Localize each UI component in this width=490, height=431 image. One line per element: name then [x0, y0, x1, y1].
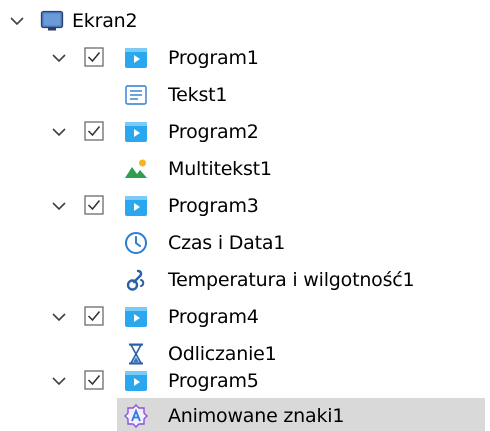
tree-item-ekran2[interactable]: Ekran2 [0, 3, 490, 39]
clock-icon [125, 232, 147, 254]
tree-item-temperatura-i-wilgotnosc1[interactable]: Temperatura i wilgotność1 [0, 262, 490, 298]
tree-item-label: Tekst1 [168, 84, 228, 106]
tree-item-label: Ekran2 [72, 10, 138, 32]
tree-item-label: Program2 [168, 121, 259, 143]
tree-item-animowane-znaki1[interactable]: Animowane znaki1 [0, 398, 490, 431]
checkbox-checked[interactable] [84, 306, 104, 326]
program-icon [125, 196, 147, 216]
tree-item-tekst1[interactable]: Tekst1 [0, 77, 490, 113]
tree-item-label: Animowane znaki1 [168, 405, 345, 427]
program-icon [125, 48, 147, 68]
tree-item-program4[interactable]: Program4 [0, 299, 490, 335]
tree-item-program1[interactable]: Program1 [0, 40, 490, 76]
chevron-down-icon[interactable] [50, 372, 68, 390]
tree-item-multitekst1[interactable]: Multitekst1 [0, 151, 490, 187]
tree-item-label: Program5 [168, 370, 259, 392]
checkbox-checked[interactable] [84, 195, 104, 215]
tree-item-label: Program4 [168, 306, 259, 328]
tree-item-label: Program3 [168, 195, 259, 217]
monitor-icon [40, 10, 64, 31]
image-icon [125, 159, 147, 178]
tree-item-label: Czas i Data1 [168, 232, 286, 254]
tree-item-label: Program1 [168, 47, 259, 69]
program-icon [125, 307, 147, 327]
text-icon [125, 85, 147, 105]
chevron-down-icon[interactable] [50, 49, 68, 67]
checkbox-checked[interactable] [84, 370, 104, 390]
chevron-down-icon[interactable] [50, 123, 68, 141]
chevron-down-icon[interactable] [50, 308, 68, 326]
checkbox-checked[interactable] [84, 121, 104, 141]
tree-item-label: Multitekst1 [168, 158, 272, 180]
tree-item-czas-i-data1[interactable]: Czas i Data1 [0, 225, 490, 261]
checkbox-checked[interactable] [84, 47, 104, 67]
chevron-down-icon[interactable] [8, 12, 26, 30]
tree-item-label: Temperatura i wilgotność1 [168, 269, 415, 291]
tree-view: Ekran2 Program1 Tekst1 Program2 Multitek… [0, 0, 490, 431]
tree-item-program5[interactable]: Program5 [0, 363, 490, 399]
program-icon [125, 122, 147, 142]
tree-item-program2[interactable]: Program2 [0, 114, 490, 150]
program-icon [125, 371, 147, 391]
animated-text-icon [124, 404, 148, 428]
thermometer-icon [126, 269, 145, 291]
chevron-down-icon[interactable] [50, 197, 68, 215]
tree-item-program3[interactable]: Program3 [0, 188, 490, 224]
